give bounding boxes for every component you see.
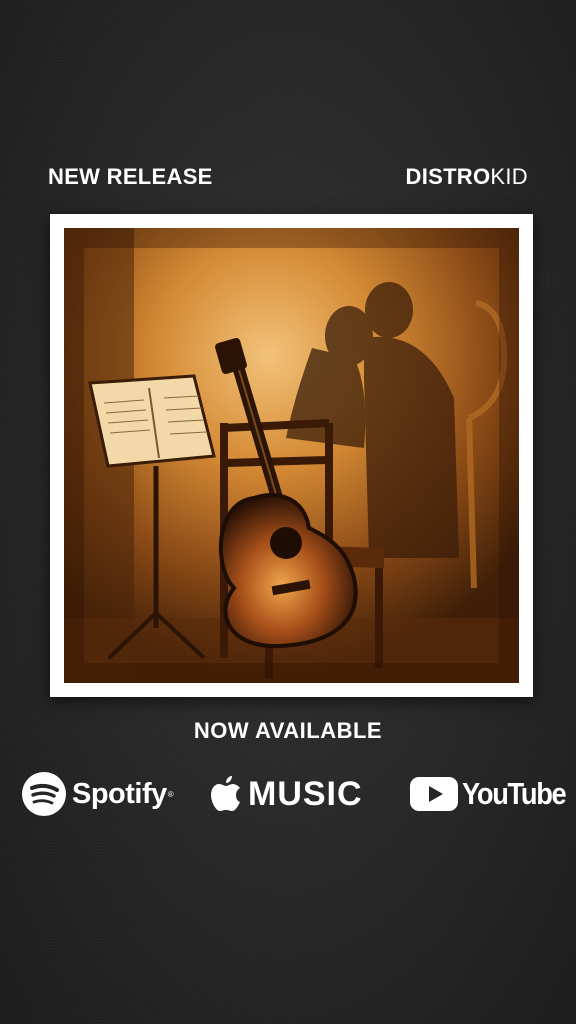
header: NEW RELEASE DISTROKID bbox=[48, 164, 528, 194]
album-artwork bbox=[64, 228, 519, 683]
distrokid-logo: DISTROKID bbox=[406, 164, 529, 190]
platform-links: Spotify ® MUSIC YouTube bbox=[0, 766, 576, 826]
brand-light: KID bbox=[490, 164, 528, 189]
youtube-link[interactable]: YouTube bbox=[410, 766, 576, 822]
apple-music-link[interactable]: MUSIC bbox=[210, 766, 363, 822]
spotify-icon bbox=[22, 772, 66, 816]
spotify-link[interactable]: Spotify ® bbox=[22, 766, 174, 822]
apple-music-label: MUSIC bbox=[248, 774, 363, 813]
youtube-label: YouTube bbox=[462, 776, 567, 811]
artwork-painting bbox=[64, 228, 519, 683]
album-frame bbox=[50, 214, 533, 697]
new-release-label: NEW RELEASE bbox=[48, 164, 213, 189]
youtube-play-icon bbox=[410, 777, 458, 811]
brand-bold: DISTRO bbox=[405, 164, 491, 189]
spotify-label: Spotify bbox=[72, 777, 167, 810]
apple-icon bbox=[211, 776, 240, 811]
now-available-label: NOW AVAILABLE bbox=[193, 718, 383, 743]
trademark-symbol: ® bbox=[167, 789, 174, 799]
